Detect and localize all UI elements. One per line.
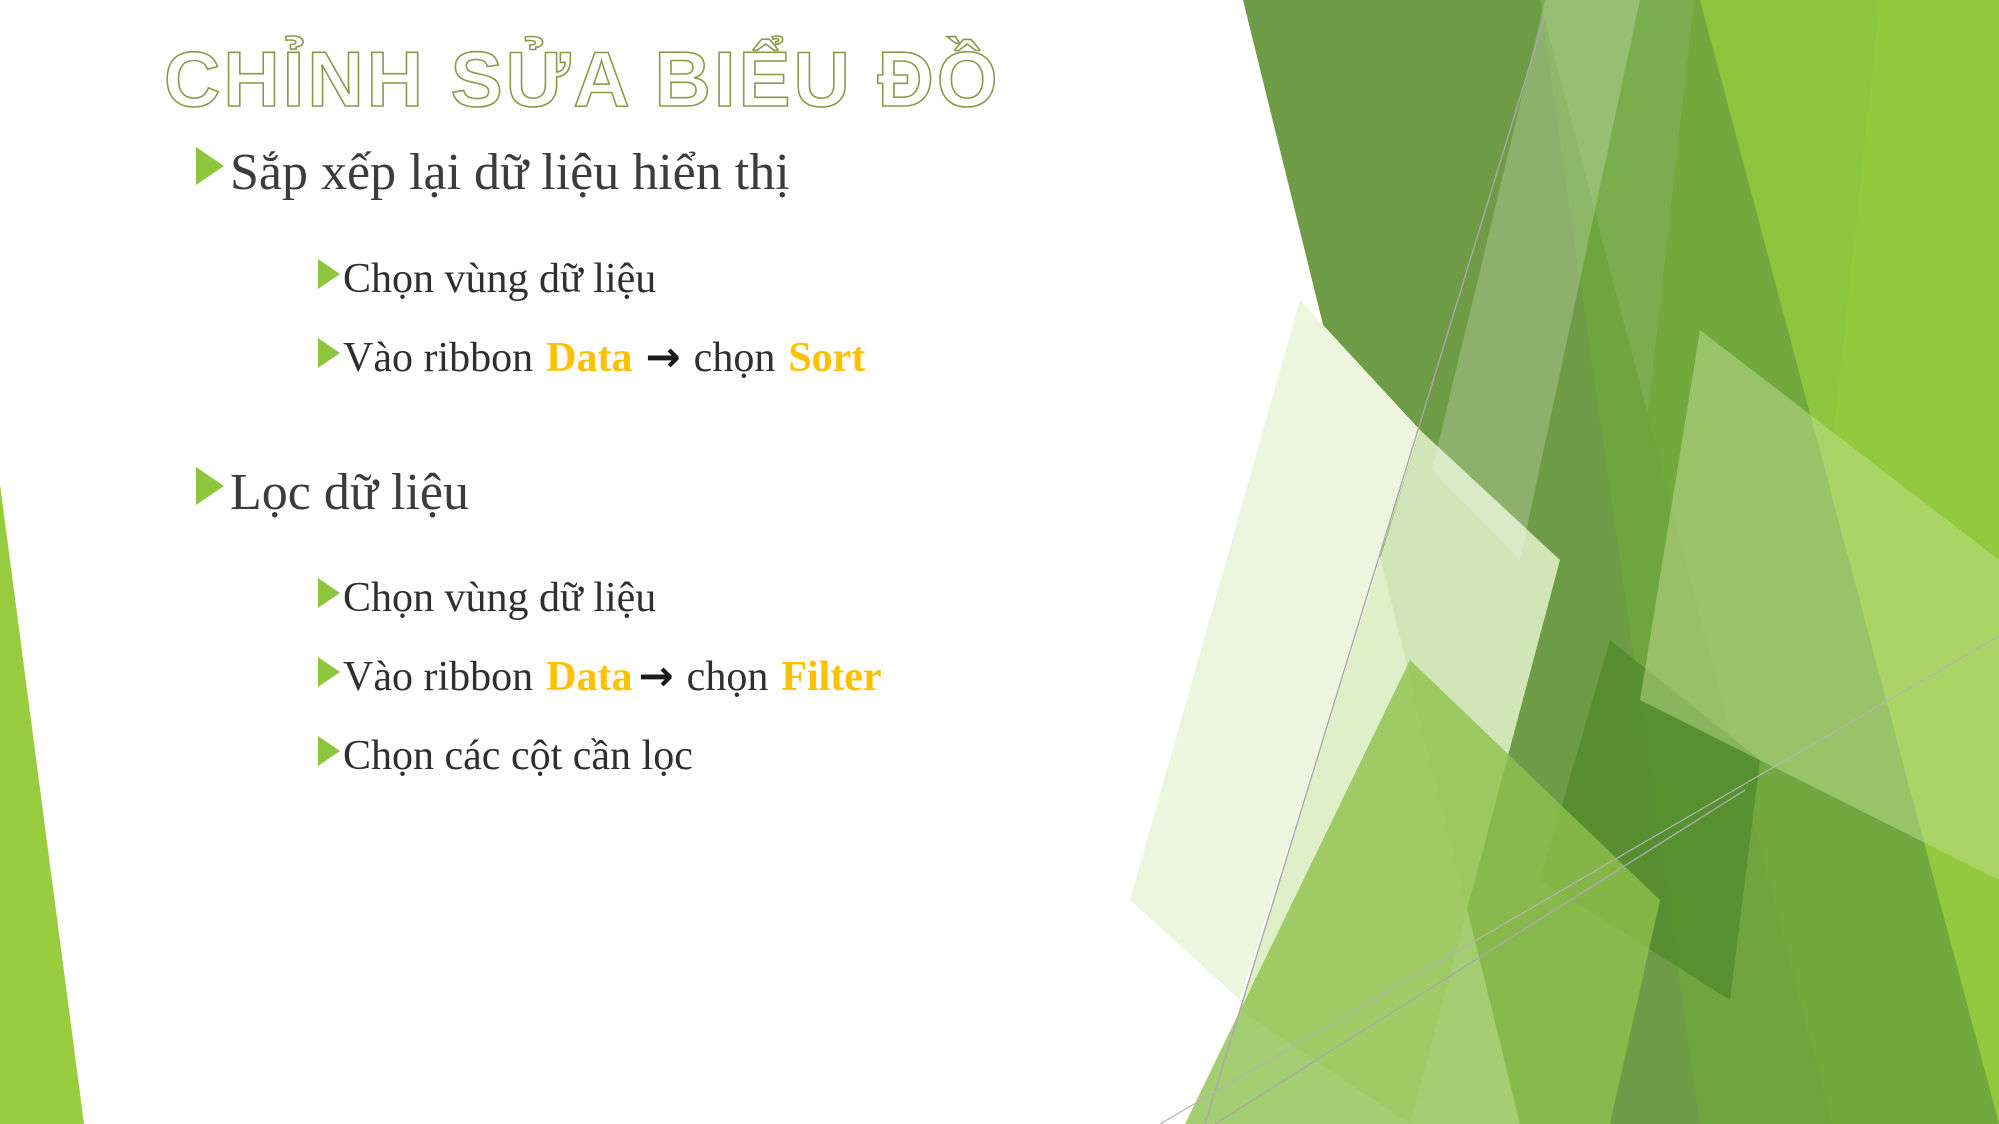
bg-hairline-diagonal-1 <box>1204 15 1546 1124</box>
bullet-level2-ribbon-filter: Vào ribbon Data → chọn Filter <box>196 651 1196 701</box>
bullet-middle-text: chọn <box>693 334 776 381</box>
bg-hairline-diagonal-2 <box>1214 789 1746 1124</box>
bullet-level2-label: Chọn các cột cần lọc <box>343 732 693 779</box>
slide-title-outline-svg: CHỈNH SỬA BIỂU ĐỒ <box>163 34 1001 124</box>
bg-shape-dark-green-left-band <box>1243 0 1832 1124</box>
bg-shape-light-sheet-right <box>1640 330 1999 880</box>
bg-hairline-diagonal-3 <box>1159 635 1999 1124</box>
arrow-right-icon: → <box>645 331 681 381</box>
bullet-level2-label: Chọn vùng dữ liệu <box>343 575 657 622</box>
bullet-level1-label: Sắp xếp lại dữ liệu hiển thị <box>230 144 790 201</box>
page-title: CHỈNH SỬA BIỂU ĐỒ <box>164 35 1001 123</box>
keyword-filter: Filter <box>781 654 882 701</box>
keyword-data: Data <box>546 334 633 381</box>
triangle-bullet-icon <box>318 258 340 289</box>
slide-title-container: CHỈNH SỬA BIỂU ĐỒ <box>150 14 1150 134</box>
triangle-bullet-icon <box>318 657 340 688</box>
bullet-level1-label: Lọc dữ liệu <box>230 463 470 521</box>
bg-shape-right-lime-far <box>1568 0 1999 1124</box>
bg-shape-right-lime-outer <box>1760 0 1999 1124</box>
bullet-level2-ribbon-sort: Vào ribbon Data → chọn Sort <box>196 331 1196 381</box>
presentation-slide: CHỈNH SỬA BIỂU ĐỒ Sắp xếp lại dữ liệu hi… <box>0 0 1999 1124</box>
bullet-prefix-text: Vào ribbon <box>343 654 534 701</box>
bg-shape-soft-white-overlay <box>1432 0 1640 560</box>
bg-shape-light-green-lower <box>1185 660 1660 1124</box>
arrow-right-icon: → <box>638 651 674 701</box>
keyword-sort: Sort <box>788 334 866 381</box>
bullet-prefix-text: Vào ribbon <box>343 334 534 381</box>
bullet-level2-label: Chọn vùng dữ liệu <box>343 255 657 302</box>
bg-shape-bottom-left-wedge <box>0 484 84 1124</box>
slide-body: Sắp xếp lại dữ liệu hiển thị Chọn vùng d… <box>196 144 1196 812</box>
bg-shape-mid-green-band <box>1540 0 1999 1124</box>
bullet-level2-select-range-1: Chọn vùng dữ liệu <box>196 255 1196 302</box>
keyword-data: Data <box>546 654 633 701</box>
triangle-bullet-icon <box>196 147 224 185</box>
bullet-middle-text: chọn <box>686 654 769 701</box>
bg-shape-deep-green-overlap <box>1540 640 1760 1000</box>
bullet-level1-sort: Sắp xếp lại dữ liệu hiển thị <box>196 144 1196 201</box>
bullet-level2-select-range-2: Chọn vùng dữ liệu <box>196 576 1196 620</box>
triangle-bullet-icon <box>318 735 340 766</box>
triangle-bullet-icon <box>318 578 340 609</box>
triangle-bullet-icon <box>318 337 340 368</box>
triangle-bullet-icon <box>196 466 224 505</box>
bg-shape-pale-triangle-lower <box>1240 430 1560 1124</box>
bullet-level2-select-columns: Chọn các cột cần lọc <box>196 732 1196 779</box>
bullet-level1-filter: Lọc dữ liệu <box>196 463 1196 521</box>
